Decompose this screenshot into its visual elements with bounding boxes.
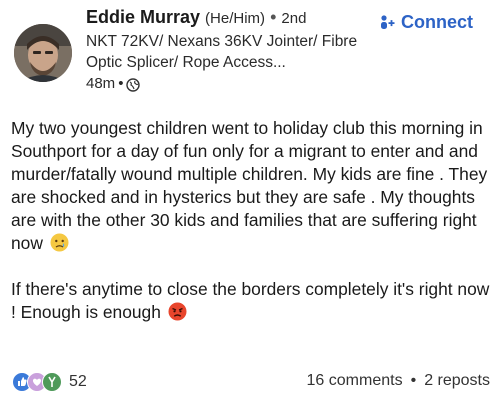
post-paragraph: If there's anytime to close the borders …	[11, 278, 493, 324]
social-counts: 16 comments • 2 reposts	[307, 372, 490, 390]
reaction-icons	[12, 372, 62, 392]
add-person-icon	[378, 14, 396, 32]
separator-dot: •	[270, 7, 277, 27]
author-pronouns: (He/Him)	[205, 10, 266, 27]
avatar[interactable]	[14, 24, 72, 82]
name-line: Eddie Murray (He/Him) • 2nd	[86, 6, 376, 30]
time-separator: •	[118, 75, 124, 92]
reaction-count: 52	[69, 373, 87, 390]
post-paragraph-2-text: If there's anytime to close the borders …	[11, 279, 490, 322]
reactions-summary[interactable]: 52	[12, 372, 87, 392]
reposts-count[interactable]: 2 reposts	[424, 372, 490, 390]
post-paragraph: My two youngest children went to holiday…	[11, 117, 493, 255]
post-body: My two youngest children went to holiday…	[11, 117, 493, 324]
author-headline: NKT 72KV/ Nexans 36KV Jointer/ Fibre Opt…	[86, 33, 358, 71]
connection-degree: 2nd	[281, 10, 307, 27]
crying-face-emoji	[50, 233, 69, 252]
angry-face-emoji	[168, 302, 187, 321]
comments-count[interactable]: 16 comments	[307, 372, 403, 390]
post-time-line: 48m •	[86, 73, 376, 95]
author-info: Eddie Murray (He/Him) • 2nd NKT 72KV/ Ne…	[86, 6, 376, 95]
author-name[interactable]: Eddie Murray	[86, 7, 200, 27]
post-card: Eddie Murray (He/Him) • 2nd NKT 72KV/ Ne…	[0, 0, 500, 408]
celebrate-icon	[42, 372, 62, 392]
connect-label: Connect	[401, 12, 473, 32]
globe-icon	[126, 77, 141, 92]
connect-button[interactable]: Connect	[378, 12, 473, 33]
footer-separator: •	[410, 372, 417, 389]
post-time: 48m	[86, 75, 116, 92]
post-paragraph-1-text: My two youngest children went to holiday…	[11, 118, 488, 253]
